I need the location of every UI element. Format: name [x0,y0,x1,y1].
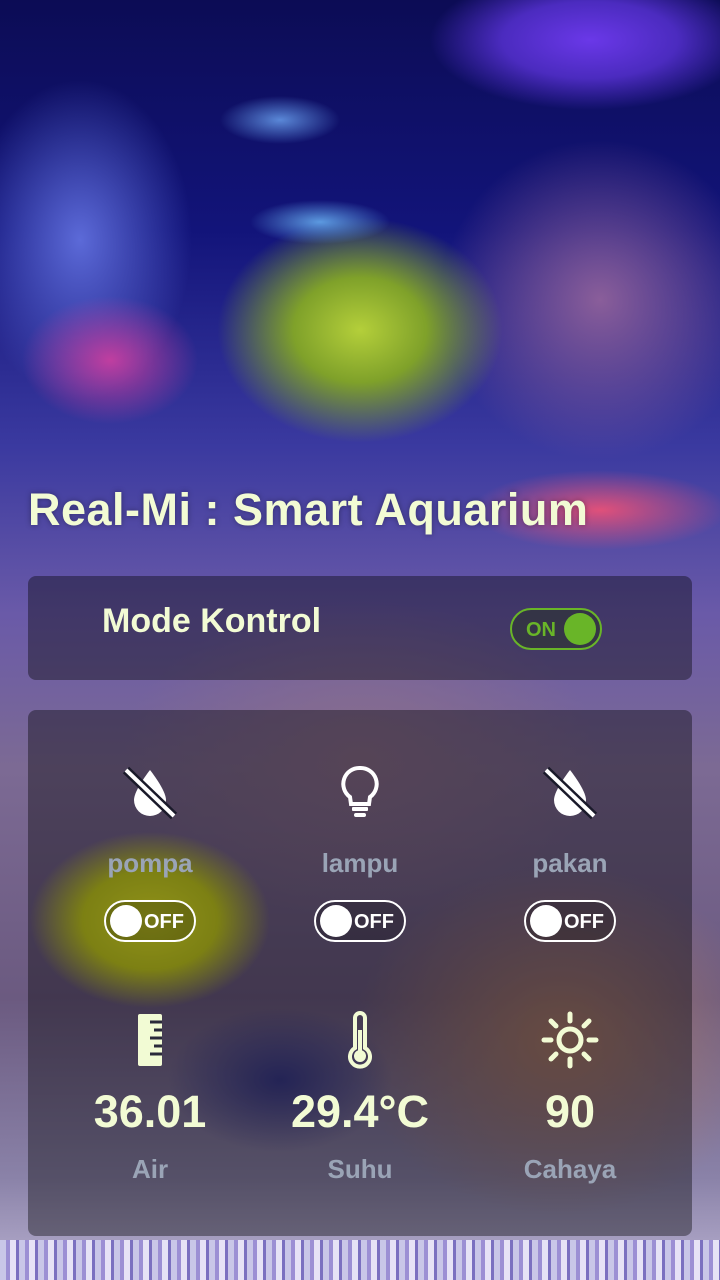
no-drop-icon [540,762,600,822]
no-drop-icon [120,762,180,822]
control-pakan: pakan OFF [470,760,670,960]
switch-state-text: OFF [354,911,394,933]
thermometer-icon [330,1010,390,1070]
sensor-suhu: 29.4°C Suhu [260,1010,460,1190]
switch-knob [564,613,596,645]
device-panel: pompa OFF lampu OFF pakan OFF 36.01 Air … [28,710,692,1236]
ruler-icon [120,1010,180,1070]
pompa-switch[interactable]: OFF [104,900,196,942]
switch-knob [530,905,562,937]
control-pompa: pompa OFF [50,760,250,960]
sensor-value: 36.01 [93,1086,207,1137]
switch-state-text: OFF [564,911,604,933]
sensor-air: 36.01 Air [50,1010,250,1190]
sensor-value: 29.4°C [290,1086,430,1137]
app-title: Real-Mi : Smart Aquarium [28,484,589,535]
bottom-strip [0,1240,720,1280]
switch-state-text: OFF [144,911,184,933]
sensor-cahaya: 90 Cahaya [470,1010,670,1190]
control-label: lampu [321,848,399,878]
sun-icon [540,1010,600,1070]
lightbulb-icon [330,762,390,822]
mode-control-label: Mode Kontrol [102,602,322,640]
switch-state-text: ON [526,619,556,641]
control-lampu: lampu OFF [260,760,460,960]
switch-knob [110,905,142,937]
sensor-label: Air [131,1154,169,1184]
mode-control-switch[interactable]: ON [510,608,602,650]
switch-knob [320,905,352,937]
lampu-switch[interactable]: OFF [314,900,406,942]
control-label: pompa [107,848,193,878]
sensor-value: 90 [544,1086,596,1137]
sensor-label: Suhu [327,1154,393,1184]
mode-control-card: Mode Kontrol ON [28,576,692,680]
pakan-switch[interactable]: OFF [524,900,616,942]
control-label: pakan [532,848,608,878]
sensor-label: Cahaya [523,1154,617,1184]
